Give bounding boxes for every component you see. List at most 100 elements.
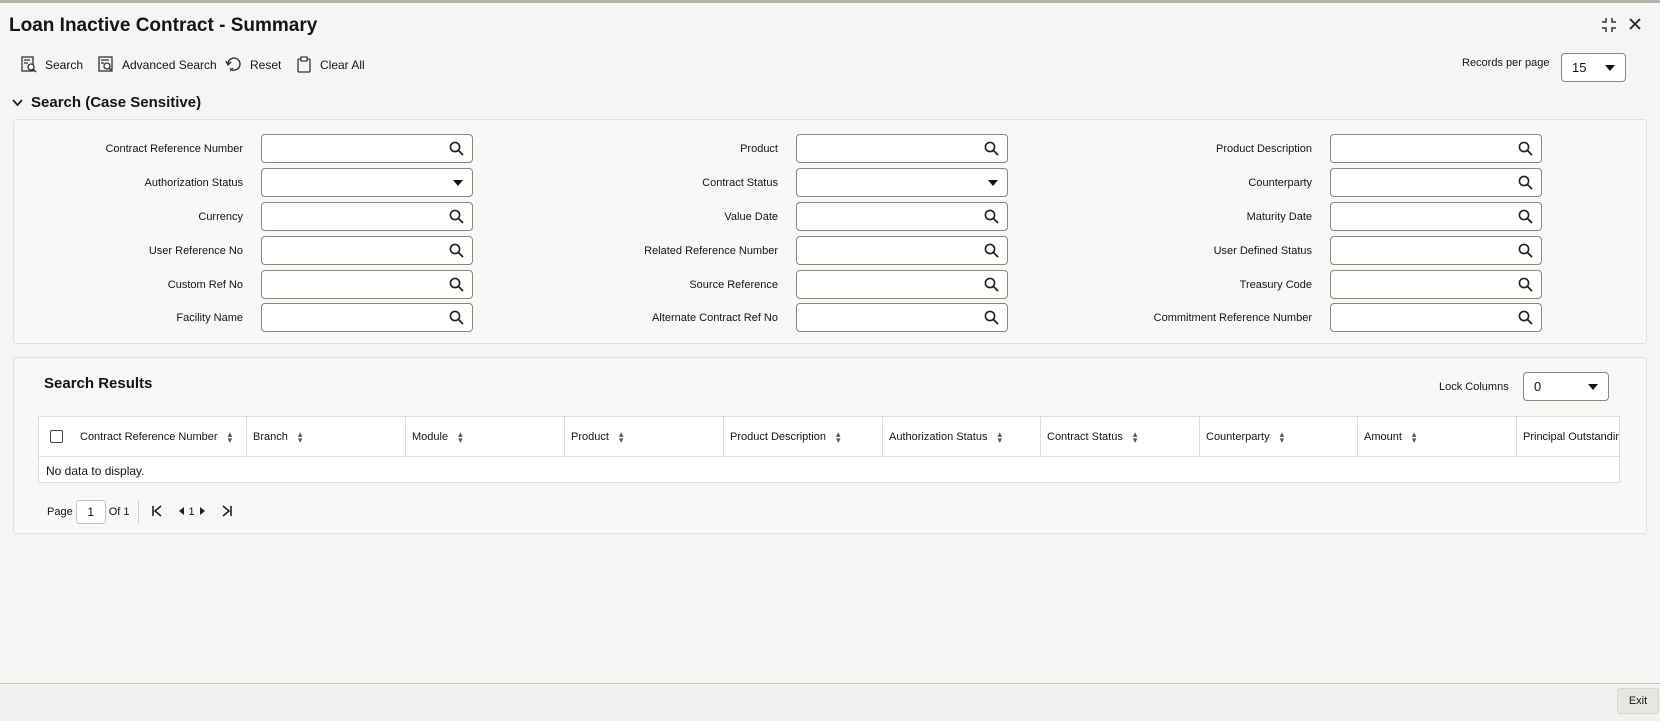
first-page-icon[interactable] (151, 504, 163, 520)
current-page: 1 (188, 506, 195, 518)
column-header-label: Contract Status (1047, 431, 1123, 443)
currency-label: Currency (198, 211, 243, 223)
column-header-label: Contract Reference Number (80, 431, 218, 443)
source-reference-input[interactable] (796, 270, 1008, 299)
reset-button[interactable]: Reset (225, 56, 281, 73)
search-icon (21, 56, 37, 73)
clear-all-button[interactable]: Clear All (296, 56, 365, 73)
sort-icon[interactable]: ▴ ▾ (298, 430, 303, 445)
column-header[interactable]: Product Description ▴ ▾ (724, 417, 883, 457)
advanced-search-label: Advanced Search (122, 57, 217, 72)
magnifier-icon[interactable] (984, 243, 999, 263)
sort-icon[interactable]: ▴ ▾ (836, 430, 841, 445)
product-description-input[interactable] (1330, 134, 1542, 163)
previous-page-icon[interactable] (177, 505, 185, 519)
column-header[interactable]: Amount ▴ ▾ (1358, 417, 1517, 457)
sort-icon[interactable]: ▴ ▾ (619, 430, 624, 445)
currency-input[interactable] (261, 202, 473, 231)
magnifier-icon[interactable] (449, 209, 464, 229)
magnifier-icon[interactable] (1518, 141, 1533, 161)
column-header-label: Branch (253, 431, 288, 443)
advanced-search-button[interactable]: Advanced Search (98, 56, 217, 73)
column-header-label: Authorization Status (889, 431, 988, 443)
column-header[interactable]: Authorization Status ▴ ▾ (883, 417, 1041, 457)
sort-icon[interactable]: ▴ ▾ (228, 430, 233, 445)
records-per-page-label: Records per page (1462, 57, 1550, 69)
sort-icon[interactable]: ▴ ▾ (997, 430, 1002, 445)
sort-icon[interactable]: ▴ ▾ (458, 430, 463, 445)
magnifier-icon[interactable] (449, 141, 464, 161)
user-defined-status-input[interactable] (1330, 236, 1542, 265)
contract-reference-number-input[interactable] (261, 134, 473, 163)
treasury-code-input[interactable] (1330, 270, 1542, 299)
lock-columns-select[interactable]: 0 (1523, 372, 1609, 401)
magnifier-icon[interactable] (1518, 310, 1533, 330)
next-page-icon[interactable] (199, 505, 207, 519)
custom-ref-no-label: Custom Ref No (167, 279, 243, 291)
maturity-date-input[interactable] (1330, 202, 1542, 231)
magnifier-icon[interactable] (1518, 243, 1533, 263)
contract-status-select[interactable] (796, 168, 1008, 197)
records-per-page-select[interactable]: 15 (1561, 53, 1626, 82)
column-header[interactable]: Contract Reference Number ▴ ▾ (74, 417, 247, 457)
counterparty-label: Counterparty (1248, 177, 1312, 189)
column-header[interactable]: Contract Status ▴ ▾ (1041, 417, 1200, 457)
column-header[interactable]: Principal Outstanding (1517, 417, 1619, 457)
authorization-status-label: Authorization Status (144, 177, 243, 189)
chevron-down-icon (1588, 383, 1598, 390)
column-header-label: Amount (1364, 431, 1402, 443)
column-header[interactable]: Branch ▴ ▾ (247, 417, 406, 457)
column-header[interactable]: Module ▴ ▾ (406, 417, 565, 457)
facility-name-input[interactable] (261, 303, 473, 332)
select-all-checkbox[interactable] (50, 430, 63, 443)
search-section-toggle[interactable]: Search (Case Sensitive) (12, 94, 201, 111)
authorization-status-select[interactable] (261, 168, 473, 197)
sort-icon[interactable]: ▴ ▾ (1280, 430, 1285, 445)
magnifier-icon[interactable] (449, 277, 464, 297)
column-header[interactable]: Product ▴ ▾ (565, 417, 724, 457)
custom-ref-no-input[interactable] (261, 270, 473, 299)
product-label: Product (740, 143, 778, 155)
search-label: Search (45, 57, 84, 72)
reset-icon (225, 56, 242, 73)
related-reference-number-input[interactable] (796, 236, 1008, 265)
title-bar: Loan Inactive Contract - Summary (0, 3, 1660, 48)
exit-button[interactable]: Exit (1617, 688, 1659, 714)
user-reference-no-input[interactable] (261, 236, 473, 265)
column-header[interactable]: Counterparty ▴ ▾ (1200, 417, 1358, 457)
records-per-page-value: 15 (1572, 60, 1587, 75)
alternate-contract-ref-no-input[interactable] (796, 303, 1008, 332)
clear-all-label: Clear All (320, 57, 365, 72)
commitment-reference-number-input[interactable] (1330, 303, 1542, 332)
magnifier-icon[interactable] (449, 243, 464, 263)
search-button[interactable]: Search (21, 56, 83, 73)
treasury-code-label: Treasury Code (1239, 279, 1312, 291)
magnifier-icon[interactable] (984, 277, 999, 297)
chevron-down-icon (12, 94, 23, 111)
lock-columns-label: Lock Columns (1439, 381, 1509, 393)
magnifier-icon[interactable] (984, 310, 999, 330)
chevron-down-icon (453, 179, 463, 186)
toolbar: Search Advanced Search Reset Clear All (0, 52, 1660, 84)
sort-icon[interactable]: ▴ ▾ (1412, 430, 1417, 445)
magnifier-icon[interactable] (1518, 175, 1533, 195)
empty-message: No data to display. (46, 464, 145, 478)
footer-bar (0, 683, 1660, 721)
value-date-label: Value Date (724, 211, 778, 223)
close-icon[interactable] (1628, 17, 1642, 36)
sort-icon[interactable]: ▴ ▾ (1133, 430, 1138, 445)
magnifier-icon[interactable] (1518, 209, 1533, 229)
magnifier-icon[interactable] (1518, 277, 1533, 297)
last-page-icon[interactable] (221, 504, 233, 520)
maturity-date-label: Maturity Date (1246, 211, 1312, 223)
counterparty-input[interactable] (1330, 168, 1542, 197)
magnifier-icon[interactable] (449, 310, 464, 330)
maximize-icon[interactable] (1601, 17, 1617, 38)
value-date-input[interactable] (796, 202, 1008, 231)
magnifier-icon[interactable] (984, 141, 999, 161)
product-input[interactable] (796, 134, 1008, 163)
page-number-input[interactable]: 1 (75, 500, 106, 524)
pagination: Page 1 Of 1 1 (47, 500, 237, 524)
product-description-label: Product Description (1216, 143, 1312, 155)
magnifier-icon[interactable] (984, 209, 999, 229)
